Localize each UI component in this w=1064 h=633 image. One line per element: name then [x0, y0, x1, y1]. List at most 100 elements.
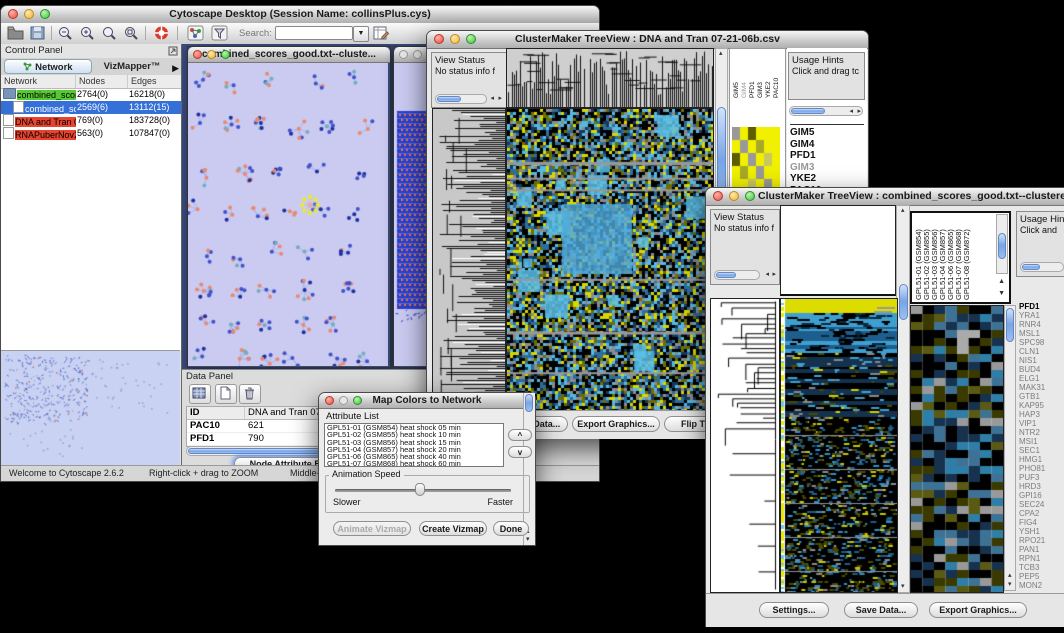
- array-column-label[interactable]: GPL51-08 (GSM872): [962, 215, 970, 300]
- array-column-label[interactable]: GPL51-02 (GSM855): [922, 215, 930, 300]
- minimize-button[interactable]: [24, 9, 34, 19]
- scroll-left-icon[interactable]: ◂: [849, 108, 853, 116]
- scroll-right-icon[interactable]: ▸: [857, 108, 861, 116]
- gene-label[interactable]: MAK31: [1019, 383, 1064, 392]
- array-column-label[interactable]: GPL51-04 (GSM857): [938, 215, 946, 300]
- scroll-down-icon[interactable]: ▾: [1008, 581, 1012, 589]
- horizontal-scrollbar[interactable]: ◂ ▸: [789, 106, 863, 116]
- gene-label[interactable]: PFD1: [1019, 302, 1064, 311]
- zoom-out-icon[interactable]: [57, 25, 74, 41]
- gene-label[interactable]: YRA1: [1019, 311, 1064, 320]
- settings-button[interactable]: Settings...: [759, 602, 829, 618]
- create-attribute-icon[interactable]: [215, 384, 237, 404]
- attribute-editor-icon[interactable]: [373, 25, 390, 41]
- scrollbar-thumb[interactable]: [525, 394, 533, 412]
- gene-label[interactable]: YSH1: [1019, 527, 1064, 536]
- column-header-nodes[interactable]: Nodes: [76, 75, 128, 88]
- matrix-column-label[interactable]: YKE2: [765, 52, 773, 98]
- gene-label[interactable]: HRD3: [1019, 482, 1064, 491]
- zoom-button[interactable]: [745, 191, 755, 201]
- gene-label[interactable]: YKE2: [790, 173, 864, 185]
- gene-label[interactable]: MSI1: [1019, 437, 1064, 446]
- zoom-in-icon[interactable]: [79, 25, 96, 41]
- gene-label[interactable]: RPN1: [1019, 554, 1064, 563]
- scroll-down-icon[interactable]: ▼: [998, 290, 1005, 298]
- scroll-right-icon[interactable]: ▸: [498, 95, 502, 103]
- float-panel-icon[interactable]: [168, 46, 178, 56]
- search-dropdown-arrow[interactable]: ▼: [353, 26, 369, 42]
- close-button[interactable]: [325, 396, 334, 405]
- zoom-button[interactable]: [40, 9, 50, 19]
- birdseye-view[interactable]: [1, 350, 180, 466]
- annotation-icon[interactable]: [211, 25, 228, 41]
- scroll-down-icon[interactable]: ▾: [901, 583, 905, 591]
- create-vizmap-button[interactable]: Create Vizmap: [419, 521, 487, 536]
- global-heatmap[interactable]: [506, 108, 714, 411]
- gene-label[interactable]: PAN1: [1019, 545, 1064, 554]
- move-down-button[interactable]: v: [508, 446, 532, 458]
- horizontal-scrollbar[interactable]: [714, 270, 760, 280]
- gene-label[interactable]: TCB3: [1019, 563, 1064, 572]
- export-graphics-button[interactable]: Export Graphics...: [929, 602, 1027, 618]
- scrollbar-thumb[interactable]: [1006, 308, 1014, 342]
- gene-label[interactable]: SEC1: [1019, 446, 1064, 455]
- gene-label[interactable]: PFD1: [790, 150, 864, 162]
- select-attributes-icon[interactable]: [189, 384, 211, 404]
- treeview1-titlebar[interactable]: ClusterMaker TreeView : DNA and Tran 07-…: [427, 31, 868, 49]
- array-column-label[interactable]: GPL51-06 (GSM865): [946, 215, 954, 300]
- gene-label[interactable]: MON2: [1019, 581, 1064, 590]
- treeview2-titlebar[interactable]: ClusterMaker TreeView : combined_scores_…: [706, 188, 1064, 206]
- zoom-button[interactable]: [466, 34, 476, 44]
- gene-label[interactable]: RNR4: [1019, 320, 1064, 329]
- column-dendrogram[interactable]: [506, 48, 714, 108]
- gene-label[interactable]: FIG4: [1019, 518, 1064, 527]
- speed-slider-thumb[interactable]: [415, 483, 425, 496]
- zoom-button[interactable]: [353, 396, 362, 405]
- minimize-button[interactable]: [729, 191, 739, 201]
- close-button[interactable]: [399, 50, 408, 59]
- scroll-up-icon[interactable]: ▴: [901, 207, 905, 215]
- scroll-left-icon[interactable]: ◂: [490, 95, 494, 103]
- zoom-selected-icon[interactable]: [101, 25, 118, 41]
- row-dendrogram[interactable]: [710, 298, 780, 593]
- gene-label[interactable]: GTB1: [1019, 392, 1064, 401]
- minimize-button[interactable]: [413, 50, 422, 59]
- column-header-edges[interactable]: Edges: [128, 75, 181, 88]
- done-button[interactable]: Done: [493, 521, 529, 536]
- main-titlebar[interactable]: Cytoscape Desktop (Session Name: collins…: [1, 6, 599, 24]
- gene-label[interactable]: GPI16: [1019, 491, 1064, 500]
- save-icon[interactable]: [29, 25, 46, 41]
- scrollbar-thumb[interactable]: [998, 233, 1006, 259]
- minimize-button[interactable]: [450, 34, 460, 44]
- close-button[interactable]: [193, 50, 202, 59]
- scrollbar-thumb[interactable]: [899, 284, 908, 320]
- close-button[interactable]: [8, 9, 18, 19]
- gene-scrollbar[interactable]: ▴ ▾: [1004, 305, 1016, 591]
- array-column-label[interactable]: GPL51-03 (GSM856): [930, 215, 938, 300]
- minimize-button[interactable]: [207, 50, 216, 59]
- gene-label[interactable]: MSL1: [1019, 329, 1064, 338]
- scrollbar-thumb[interactable]: [791, 108, 825, 114]
- scroll-up-icon[interactable]: ▲: [998, 278, 1005, 286]
- array-column-label[interactable]: GPL51-01 (GSM854): [914, 215, 922, 300]
- horizontal-scrollbar[interactable]: [1020, 262, 1064, 272]
- search-input[interactable]: [275, 26, 353, 40]
- scroll-down-icon[interactable]: ▾: [526, 536, 530, 544]
- gene-label[interactable]: CPA2: [1019, 509, 1064, 518]
- matrix-column-label[interactable]: PAC10: [773, 52, 781, 98]
- gene-label[interactable]: CLN1: [1019, 347, 1064, 356]
- gene-label[interactable]: NTR2: [1019, 428, 1064, 437]
- tab-network[interactable]: Network: [4, 59, 92, 74]
- zoom-button[interactable]: [221, 50, 230, 59]
- tab-overflow-arrow[interactable]: ▶: [172, 61, 179, 76]
- scrollbar-thumb[interactable]: [437, 96, 461, 102]
- gene-label[interactable]: PHO81: [1019, 464, 1064, 473]
- export-graphics-button[interactable]: Export Graphics...: [572, 416, 660, 432]
- minimize-button[interactable]: [339, 396, 348, 405]
- zoom-fit-icon[interactable]: [123, 25, 140, 41]
- gene-label[interactable]: KAP95: [1019, 401, 1064, 410]
- close-button[interactable]: [434, 34, 444, 44]
- gene-label[interactable]: NIS1: [1019, 356, 1064, 365]
- scroll-up-icon[interactable]: ▴: [1008, 572, 1012, 580]
- label-scrollbar[interactable]: [996, 214, 1008, 274]
